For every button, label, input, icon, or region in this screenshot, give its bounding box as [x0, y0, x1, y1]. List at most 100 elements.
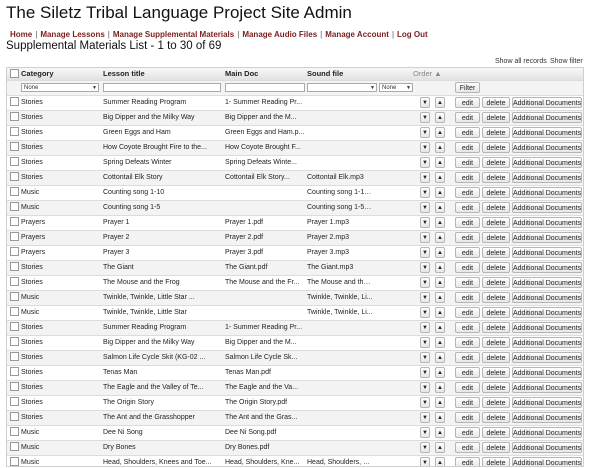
edit-button[interactable]: edit	[455, 442, 480, 453]
row-checkbox-cell[interactable]	[10, 171, 20, 185]
nav-link-manage-lessons[interactable]: Manage Lessons	[40, 30, 104, 39]
nav-link-log-out[interactable]: Log Out	[397, 30, 428, 39]
edit-button[interactable]: edit	[455, 127, 480, 138]
row-checkbox-cell[interactable]	[10, 366, 20, 380]
row-checkbox[interactable]	[10, 352, 19, 362]
column-header-main-doc[interactable]: Main Doc	[225, 68, 305, 80]
delete-button[interactable]: delete	[482, 142, 510, 153]
edit-button[interactable]: edit	[455, 352, 480, 363]
row-checkbox[interactable]	[10, 382, 19, 392]
delete-button[interactable]: delete	[482, 157, 510, 168]
row-checkbox[interactable]	[10, 172, 19, 182]
edit-button[interactable]: edit	[455, 457, 480, 466]
edit-button[interactable]: edit	[455, 202, 480, 213]
additional-documents-button[interactable]: Additional Documents	[512, 202, 582, 213]
move-up-button[interactable]: ▲	[435, 367, 445, 378]
row-checkbox[interactable]	[10, 127, 19, 137]
additional-documents-button[interactable]: Additional Documents	[512, 217, 582, 228]
additional-documents-button[interactable]: Additional Documents	[512, 307, 582, 318]
row-checkbox-cell[interactable]	[10, 261, 20, 275]
row-checkbox-cell[interactable]	[10, 441, 20, 455]
delete-button[interactable]: delete	[482, 427, 510, 438]
delete-button[interactable]: delete	[482, 127, 510, 138]
edit-button[interactable]: edit	[455, 172, 480, 183]
move-down-button[interactable]: ▼	[420, 412, 430, 423]
move-up-button[interactable]: ▲	[435, 442, 445, 453]
additional-documents-button[interactable]: Additional Documents	[512, 232, 582, 243]
edit-button[interactable]: edit	[455, 322, 480, 333]
move-down-button[interactable]: ▼	[420, 457, 430, 466]
row-checkbox[interactable]	[10, 232, 19, 242]
row-checkbox-cell[interactable]	[10, 291, 20, 305]
lesson-title-filter-input[interactable]	[103, 83, 221, 92]
move-down-button[interactable]: ▼	[420, 232, 430, 243]
filter-button[interactable]: Filter	[455, 82, 480, 93]
edit-button[interactable]: edit	[455, 307, 480, 318]
move-up-button[interactable]: ▲	[435, 412, 445, 423]
row-checkbox[interactable]	[10, 157, 19, 167]
edit-button[interactable]: edit	[455, 157, 480, 168]
move-down-button[interactable]: ▼	[420, 352, 430, 363]
row-checkbox[interactable]	[10, 427, 19, 437]
row-checkbox-cell[interactable]	[10, 456, 20, 466]
move-up-button[interactable]: ▲	[435, 112, 445, 123]
row-checkbox-cell[interactable]	[10, 411, 20, 425]
additional-documents-button[interactable]: Additional Documents	[512, 352, 582, 363]
additional-documents-button[interactable]: Additional Documents	[512, 127, 582, 138]
row-checkbox[interactable]	[10, 307, 19, 317]
move-down-button[interactable]: ▼	[420, 292, 430, 303]
nav-link-home[interactable]: Home	[10, 30, 32, 39]
row-checkbox-cell[interactable]	[10, 231, 20, 245]
move-down-button[interactable]: ▼	[420, 112, 430, 123]
select-all-checkbox-cell[interactable]	[10, 68, 20, 80]
delete-button[interactable]: delete	[482, 352, 510, 363]
move-up-button[interactable]: ▲	[435, 337, 445, 348]
move-down-button[interactable]: ▼	[420, 217, 430, 228]
delete-button[interactable]: delete	[482, 232, 510, 243]
row-checkbox-cell[interactable]	[10, 126, 20, 140]
move-down-button[interactable]: ▼	[420, 97, 430, 108]
move-up-button[interactable]: ▲	[435, 157, 445, 168]
row-checkbox[interactable]	[10, 277, 19, 287]
order-filter-select[interactable]: None ▼	[379, 83, 413, 92]
move-down-button[interactable]: ▼	[420, 157, 430, 168]
additional-documents-button[interactable]: Additional Documents	[512, 367, 582, 378]
additional-documents-button[interactable]: Additional Documents	[512, 97, 582, 108]
move-down-button[interactable]: ▼	[420, 367, 430, 378]
move-down-button[interactable]: ▼	[420, 397, 430, 408]
additional-documents-button[interactable]: Additional Documents	[512, 142, 582, 153]
row-checkbox[interactable]	[10, 397, 19, 407]
nav-link-manage-audio-files[interactable]: Manage Audio Files	[242, 30, 317, 39]
additional-documents-button[interactable]: Additional Documents	[512, 397, 582, 408]
move-up-button[interactable]: ▲	[435, 307, 445, 318]
row-checkbox[interactable]	[10, 202, 19, 212]
row-checkbox-cell[interactable]	[10, 396, 20, 410]
move-up-button[interactable]: ▲	[435, 322, 445, 333]
move-down-button[interactable]: ▼	[420, 127, 430, 138]
row-checkbox-cell[interactable]	[10, 306, 20, 320]
row-checkbox-cell[interactable]	[10, 336, 20, 350]
additional-documents-button[interactable]: Additional Documents	[512, 262, 582, 273]
delete-button[interactable]: delete	[482, 307, 510, 318]
row-checkbox[interactable]	[10, 442, 19, 452]
delete-button[interactable]: delete	[482, 262, 510, 273]
row-checkbox-cell[interactable]	[10, 351, 20, 365]
row-checkbox-cell[interactable]	[10, 216, 20, 230]
move-up-button[interactable]: ▲	[435, 97, 445, 108]
delete-button[interactable]: delete	[482, 202, 510, 213]
row-checkbox-cell[interactable]	[10, 201, 20, 215]
additional-documents-button[interactable]: Additional Documents	[512, 337, 582, 348]
additional-documents-button[interactable]: Additional Documents	[512, 442, 582, 453]
sound-file-filter-select[interactable]: ▼	[307, 83, 377, 92]
move-up-button[interactable]: ▲	[435, 277, 445, 288]
row-checkbox[interactable]	[10, 217, 19, 227]
move-up-button[interactable]: ▲	[435, 352, 445, 363]
move-down-button[interactable]: ▼	[420, 172, 430, 183]
move-up-button[interactable]: ▲	[435, 232, 445, 243]
delete-button[interactable]: delete	[482, 412, 510, 423]
delete-button[interactable]: delete	[482, 112, 510, 123]
move-up-button[interactable]: ▲	[435, 172, 445, 183]
edit-button[interactable]: edit	[455, 262, 480, 273]
move-up-button[interactable]: ▲	[435, 292, 445, 303]
edit-button[interactable]: edit	[455, 217, 480, 228]
